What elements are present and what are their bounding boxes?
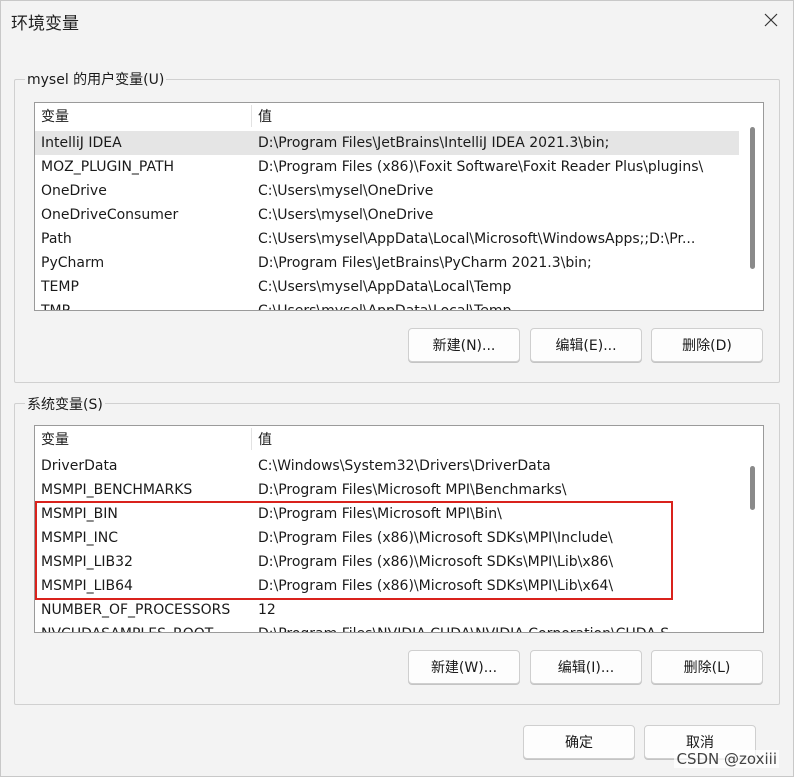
system-list-scrollbar[interactable]	[743, 426, 763, 632]
variable-name: MSMPI_LIB32	[41, 554, 133, 570]
variable-name: DriverData	[41, 458, 118, 474]
variable-name: MSMPI_INC	[41, 530, 118, 546]
variable-value: C:\Users\mysel\AppData\Local\Temp	[258, 303, 512, 311]
variable-value: D:\Program Files\JetBrains\IntelliJ IDEA…	[258, 135, 610, 151]
system-new-button[interactable]: 新建(W)...	[408, 650, 520, 684]
variable-name: OneDrive	[41, 183, 107, 199]
variable-name: OneDriveConsumer	[41, 207, 179, 223]
variable-name: IntelliJ IDEA	[41, 135, 122, 151]
user-new-button[interactable]: 新建(N)...	[408, 328, 520, 362]
user-variables-label: mysel 的用户变量(U)	[25, 69, 167, 89]
variable-value: C:\Users\mysel\AppData\Local\Microsoft\W…	[258, 231, 696, 247]
user-edit-button[interactable]: 编辑(E)...	[530, 328, 642, 362]
table-row[interactable]: NUMBER_OF_PROCESSORS 12	[35, 598, 739, 622]
system-edit-button[interactable]: 编辑(I)...	[530, 650, 642, 684]
table-row[interactable]: MSMPI_BIN D:\Program Files\Microsoft MPI\…	[35, 502, 739, 526]
variable-value: C:\Users\mysel\AppData\Local\Temp	[258, 279, 512, 295]
table-row[interactable]: IntelliJ IDEA D:\Program Files\JetBrains\…	[35, 131, 739, 155]
column-header-value[interactable]: 值	[258, 426, 272, 452]
user-list-header: 变量 值	[35, 103, 763, 129]
close-button[interactable]	[749, 1, 793, 39]
user-list-scrollbar[interactable]	[743, 103, 763, 310]
scrollbar-thumb[interactable]	[750, 127, 755, 269]
ok-button[interactable]: 确定	[523, 725, 635, 759]
variable-name: NUMBER_OF_PROCESSORS	[41, 602, 231, 618]
column-header-variable[interactable]: 变量	[41, 103, 69, 129]
table-row[interactable]: NVCUDASAMPLES_ROOT D:\Program Files\NVIDI…	[35, 622, 739, 632]
variable-name: NVCUDASAMPLES_ROOT	[41, 622, 213, 632]
variable-value: D:\Program Files (x86)\Foxit Software\Fo…	[258, 159, 704, 175]
variable-value: D:\Program Files\Microsoft MPI\Benchmark…	[258, 482, 567, 498]
variable-name: TMP	[41, 303, 71, 311]
column-header-variable[interactable]: 变量	[41, 426, 69, 452]
table-row[interactable]: OneDrive C:\Users\mysel\OneDrive	[35, 179, 739, 203]
window-title: 环境变量	[11, 14, 79, 34]
title-bar: 环境变量	[1, 1, 793, 39]
variable-name: MSMPI_BIN	[41, 506, 118, 522]
table-row[interactable]: MSMPI_LIB64 D:\Program Files (x86)\Micros…	[35, 574, 739, 598]
variable-name: Path	[41, 231, 72, 247]
table-row[interactable]: TEMP C:\Users\mysel\AppData\Local\Temp	[35, 275, 739, 299]
user-variables-list[interactable]: 变量 值 IntelliJ IDEA D:\Program Files\JetBr…	[34, 102, 764, 311]
table-row[interactable]: DriverData C:\Windows\System32\Drivers\Dr…	[35, 454, 739, 478]
system-list-header: 变量 值	[35, 426, 763, 452]
variable-value: 12	[258, 602, 276, 618]
close-icon	[764, 13, 778, 27]
variable-name: TEMP	[41, 279, 79, 295]
variable-value: D:\Program Files (x86)\Microsoft SDKs\MP…	[258, 554, 614, 570]
scrollbar-thumb[interactable]	[750, 466, 755, 510]
column-header-value[interactable]: 值	[258, 103, 272, 129]
variable-value: D:\Program Files\JetBrains\PyCharm 2021.…	[258, 255, 592, 271]
environment-variables-dialog: 环境变量 mysel 的用户变量(U) 变量 值 IntelliJ IDEA D:…	[0, 0, 794, 777]
table-row[interactable]: MSMPI_LIB32 D:\Program Files (x86)\Micros…	[35, 550, 739, 574]
table-row[interactable]: Path C:\Users\mysel\AppData\Local\Microso…	[35, 227, 739, 251]
table-row[interactable]: OneDriveConsumer C:\Users\mysel\OneDrive	[35, 203, 739, 227]
table-row[interactable]: TMP C:\Users\mysel\AppData\Local\Temp	[35, 299, 739, 311]
variable-value: C:\Windows\System32\Drivers\DriverData	[258, 458, 551, 474]
variable-value: D:\Program Files\NVIDIA CUDA\NVIDIA Corp…	[258, 622, 728, 632]
system-variables-list[interactable]: 变量 值 DriverData C:\Windows\System32\Drive…	[34, 425, 764, 633]
variable-value: C:\Users\mysel\OneDrive	[258, 207, 434, 223]
table-row[interactable]: MOZ_PLUGIN_PATH D:\Program Files (x86)\Fo…	[35, 155, 739, 179]
variable-name: MSMPI_BENCHMARKS	[41, 482, 193, 498]
user-delete-button[interactable]: 删除(D)	[651, 328, 763, 362]
variable-value: D:\Program Files (x86)\Microsoft SDKs\MP…	[258, 530, 613, 546]
table-row[interactable]: MSMPI_INC D:\Program Files (x86)\Microsof…	[35, 526, 739, 550]
watermark: CSDN @zoxiii	[674, 750, 779, 768]
system-variables-label: 系统变量(S)	[25, 394, 105, 414]
variable-name: MOZ_PLUGIN_PATH	[41, 159, 175, 175]
variable-value: C:\Users\mysel\OneDrive	[258, 183, 434, 199]
variable-value: D:\Program Files\Microsoft MPI\Bin\	[258, 506, 502, 522]
variable-value: D:\Program Files (x86)\Microsoft SDKs\MP…	[258, 578, 614, 594]
system-delete-button[interactable]: 删除(L)	[651, 650, 763, 684]
table-row[interactable]: PyCharm D:\Program Files\JetBrains\PyChar…	[35, 251, 739, 275]
variable-name: MSMPI_LIB64	[41, 578, 133, 594]
table-row[interactable]: MSMPI_BENCHMARKS D:\Program Files\Microso…	[35, 478, 739, 502]
variable-name: PyCharm	[41, 255, 105, 271]
